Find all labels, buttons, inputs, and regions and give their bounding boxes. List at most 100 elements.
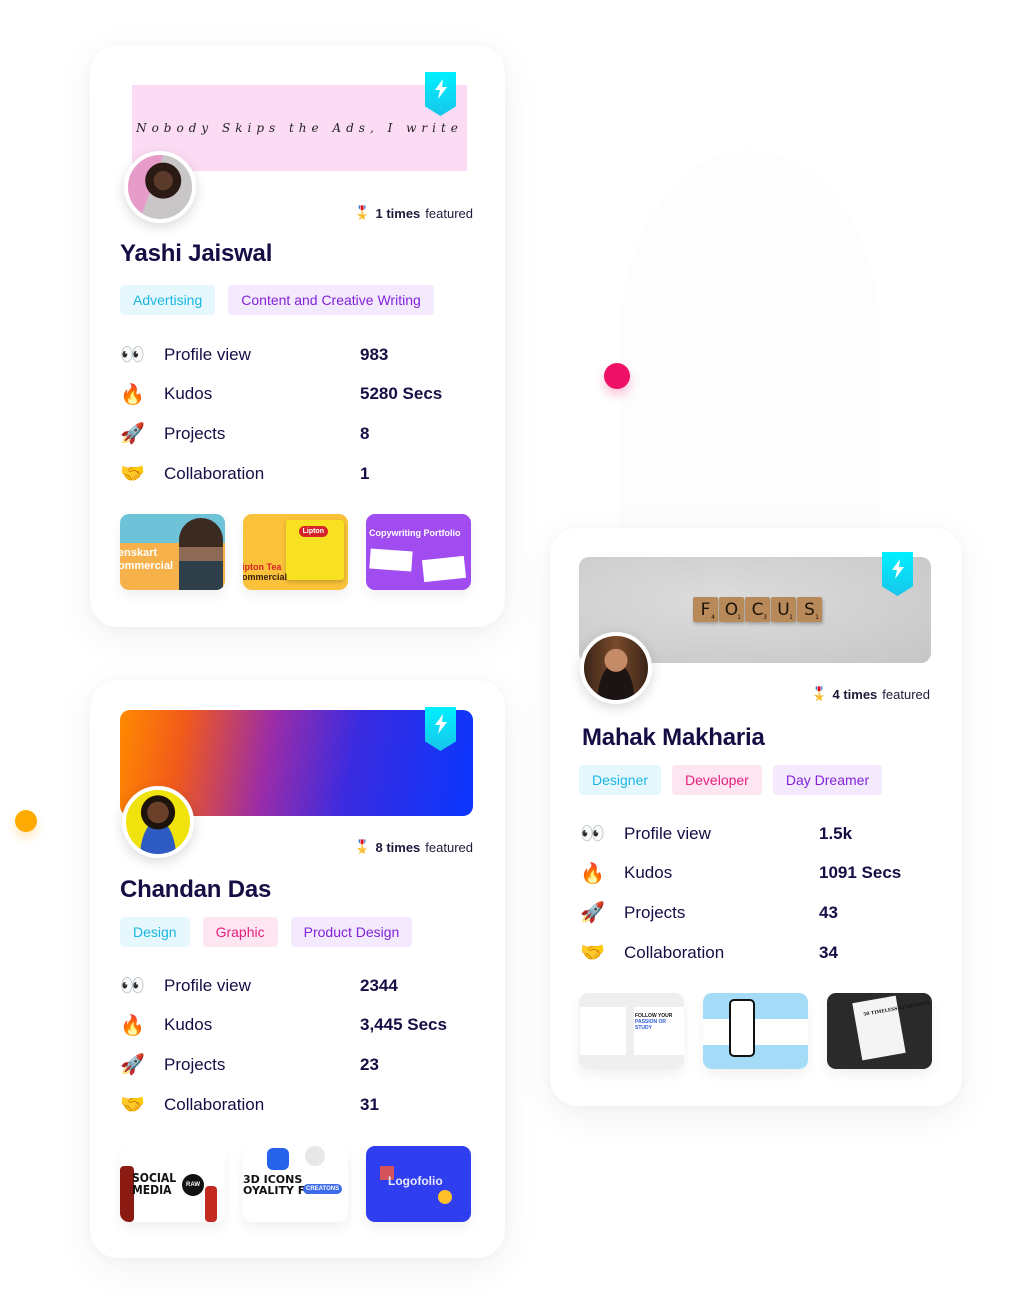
portfolio-thumbnail[interactable]: SOCIAL MEDIA RAW [120, 1146, 225, 1222]
brand-logo: Lipton [298, 526, 328, 537]
stat-row-projects: 🚀 Projects 43 [580, 893, 932, 933]
fire-icon: 🔥 [120, 1014, 145, 1037]
portfolio-thumbnail[interactable]: Logofolio [366, 1146, 471, 1222]
thumb-text: Copywriting Portfolio [369, 528, 461, 538]
profile-card[interactable]: 🎖️ 8 times featured Chandan Das Design G… [90, 680, 505, 1258]
stat-row-kudos: 🔥 Kudos 1091 Secs [580, 854, 932, 894]
rocket-icon: 🚀 [120, 1054, 145, 1077]
lightning-bolt-icon [434, 79, 447, 99]
stat-value: 1 [360, 463, 370, 483]
tag[interactable]: Developer [672, 765, 762, 795]
featured-suffix: featured [425, 205, 473, 221]
portfolio-thumbnails: SOCIAL MEDIA RAW 3D ICONS OYALITY FREE CRE… [120, 1146, 471, 1222]
stat-value: 983 [360, 344, 389, 364]
scrabble-tile: O1 [719, 597, 744, 622]
raw-logo: RAW [182, 1174, 204, 1196]
eyes-icon: 👀 [120, 344, 145, 367]
stat-value: 5280 Secs [360, 384, 443, 404]
stat-label: Collaboration [164, 1094, 265, 1114]
tag[interactable]: Design [120, 917, 190, 947]
stat-row-profile-view: 👀 Profile view 2344 [120, 966, 475, 1006]
featured-times: 8 times [375, 839, 421, 855]
stat-label: Profile view [624, 823, 711, 843]
stats-list: 👀 Profile view 983 🔥 Kudos 5280 Secs 🚀 P… [120, 335, 475, 493]
tag-list: Design Graphic Product Design [120, 917, 413, 947]
profile-name[interactable]: Mahak Makharia [582, 724, 765, 752]
tag[interactable]: Product Design [290, 917, 413, 947]
featured-count: 🎖️ 8 times featured [354, 839, 473, 855]
portfolio-thumbnail[interactable]: FOLLOW YOUR PASSION OR STUDY [579, 993, 684, 1069]
portfolio-thumbnail[interactable]: 3D ICONS OYALITY FREE CREATONS [243, 1146, 348, 1222]
rocket-icon: 🚀 [120, 423, 145, 446]
stat-value: 34 [819, 942, 838, 962]
portfolio-thumbnail[interactable]: Lipton ipton Tea ommercial [243, 514, 348, 590]
bottle-image [205, 1186, 217, 1222]
fire-icon: 🔥 [120, 383, 145, 406]
stat-value: 31 [360, 1094, 379, 1114]
stat-value: 8 [360, 423, 370, 443]
fire-icon: 🔥 [580, 862, 605, 885]
portfolio-thumbnails: FOLLOW YOUR PASSION OR STUDY 50 TIMELESS … [579, 993, 932, 1069]
thumb-text: PASSION OR STUDY [635, 1019, 667, 1031]
profile-name[interactable]: Chandan Das [120, 876, 271, 904]
tag-list: Advertising Content and Creative Writing [120, 285, 434, 315]
phone-mockup-image [729, 999, 755, 1057]
tag[interactable]: Advertising [120, 285, 216, 315]
eyes-icon: 👀 [120, 975, 145, 998]
stat-value: 2344 [360, 975, 398, 995]
portfolio-thumbnail[interactable]: Copywriting Portfolio [366, 514, 471, 590]
stat-label: Kudos [164, 384, 213, 404]
scrabble-tile: F4 [693, 597, 718, 622]
avatar[interactable] [122, 786, 194, 858]
avatar[interactable] [580, 632, 652, 704]
featured-times: 4 times [832, 686, 878, 702]
medal-icon: 🎖️ [811, 686, 828, 701]
tag[interactable]: Graphic [202, 917, 278, 947]
decor-circle [438, 1190, 452, 1204]
tag[interactable]: Day Dreamer [772, 765, 883, 795]
stat-value: 1091 Secs [819, 863, 902, 883]
thumb-text: ipton Tea [243, 562, 282, 572]
tag-list: Designer Developer Day Dreamer [579, 765, 883, 795]
stat-row-collaboration: 🤝 Collaboration 34 [580, 933, 932, 973]
portfolio-thumbnail[interactable]: 50 TIMELESS LEARNINGS [827, 993, 932, 1069]
portfolio-thumbnail[interactable]: enskart ommercial [120, 514, 225, 590]
featured-suffix: featured [425, 839, 473, 855]
tag[interactable]: Content and Creative Writing [228, 285, 434, 315]
profile-card[interactable]: Nobody Skips the Ads, I write 🎖️ 1 times… [90, 45, 505, 627]
bulb-3d-icon [305, 1146, 325, 1166]
stat-label: Collaboration [624, 942, 725, 962]
thumb-text: Logofolio [388, 1174, 443, 1188]
portfolio-thumbnails: enskart ommercial Lipton ipton Tea ommerci… [120, 514, 471, 590]
stat-label: Projects [164, 423, 226, 443]
note-card-image [421, 555, 467, 583]
stat-row-profile-view: 👀 Profile view 1.5k [580, 814, 932, 854]
decor-dot-pink [604, 363, 630, 389]
stat-value: 1.5k [819, 823, 853, 843]
stat-row-kudos: 🔥 Kudos 5280 Secs [120, 375, 475, 415]
creatons-label: CREATONS [303, 1184, 343, 1194]
profile-name[interactable]: Yashi Jaiswal [120, 240, 272, 268]
watch-3d-icon [267, 1148, 289, 1170]
cover-quote: Nobody Skips the Ads, I write [136, 121, 463, 135]
thumb-text: MEDIA [132, 1183, 172, 1197]
background-decor-shape [620, 150, 880, 530]
note-card-image [369, 548, 413, 572]
person-image [179, 518, 223, 590]
tweet-card-image [580, 1007, 626, 1055]
stat-row-kudos: 🔥 Kudos 3,445 Secs [120, 1006, 475, 1046]
decor-dot-orange [15, 810, 37, 832]
stat-row-projects: 🚀 Projects 23 [120, 1045, 475, 1085]
portfolio-thumbnail[interactable] [703, 993, 808, 1069]
profile-card[interactable]: F4 O1 C3 U1 S1 🎖️ 4 times featured Mahak… [550, 528, 962, 1106]
lightning-bolt-icon [434, 714, 447, 734]
tag[interactable]: Designer [579, 765, 662, 795]
scrabble-tile: C3 [745, 597, 770, 622]
handshake-icon: 🤝 [580, 942, 605, 965]
avatar[interactable] [124, 151, 196, 223]
stat-row-profile-view: 👀 Profile view 983 [120, 335, 475, 375]
screens-strip-image [703, 1019, 808, 1045]
stat-row-collaboration: 🤝 Collaboration 31 [120, 1085, 475, 1125]
scrabble-tile: S1 [797, 597, 822, 622]
thumb-text: ommercial [243, 572, 288, 582]
